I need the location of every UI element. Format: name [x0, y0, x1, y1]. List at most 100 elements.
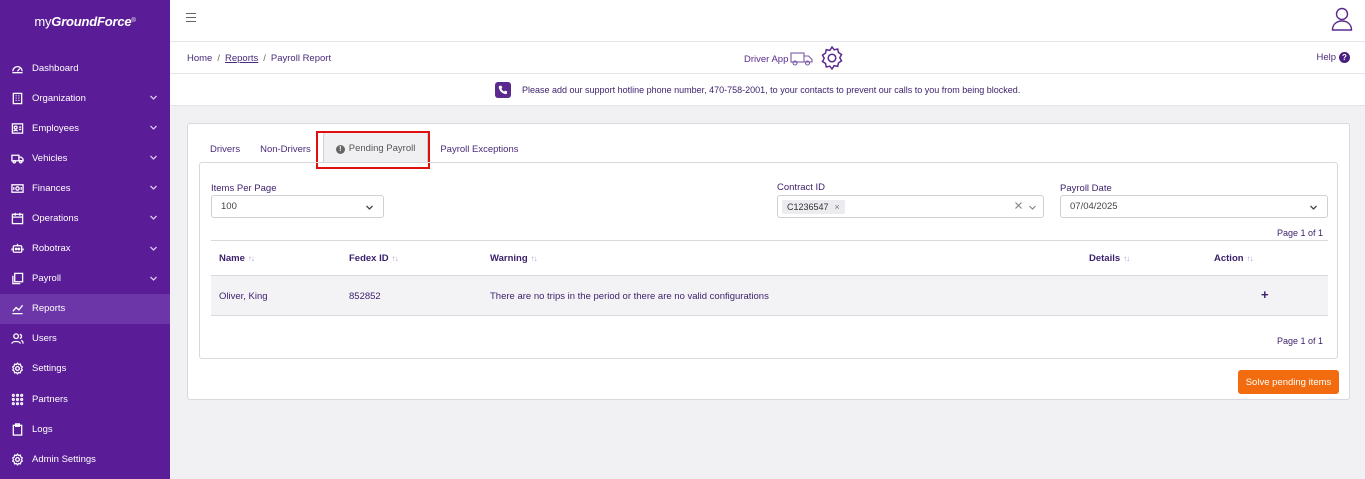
sidebar-item-dashboard[interactable]: Dashboard: [0, 53, 170, 83]
phone-icon: [495, 82, 511, 98]
breadcrumb-reports-link[interactable]: Reports: [225, 53, 258, 64]
sidebar-item-label: Robotrax: [32, 243, 71, 255]
sidebar: my GroundForce ® Dashboard Organization Em…: [0, 0, 170, 479]
sidebar-item-payroll[interactable]: Payroll: [0, 264, 170, 294]
pagination-top: Page 1 of 1: [1277, 228, 1324, 238]
table-row: Oliver, King 852852 There are no trips i…: [211, 276, 1328, 316]
users-icon: [10, 332, 24, 346]
chevron-down-icon: [149, 183, 158, 192]
tab-drivers[interactable]: Drivers: [200, 132, 250, 162]
sidebar-item-partners[interactable]: Partners: [0, 384, 170, 414]
sidebar-item-reports[interactable]: Reports: [0, 293, 170, 324]
chevron-down-icon: [365, 203, 374, 215]
column-header-name[interactable]: Name ↑↓: [219, 253, 255, 264]
id-card-icon: [10, 121, 24, 135]
expand-row-button[interactable]: +: [1261, 287, 1269, 302]
sidebar-item-label: Vehicles: [32, 152, 68, 164]
gear-icon: [10, 452, 24, 466]
breadcrumb-home[interactable]: Home: [187, 53, 212, 64]
sidebar-item-vehicles[interactable]: Vehicles: [0, 143, 170, 173]
sidebar-item-settings[interactable]: Settings: [0, 354, 170, 384]
column-header-label: Fedex ID: [349, 253, 389, 264]
sort-icon[interactable]: ↑↓: [248, 254, 255, 263]
sort-icon[interactable]: ↑↓: [1247, 254, 1254, 263]
sort-icon[interactable]: ↑↓: [392, 254, 399, 263]
column-header-warning[interactable]: Warning ↑↓: [490, 253, 538, 264]
chevron-down-icon: [149, 213, 158, 222]
breadcrumb-separator: /: [217, 53, 220, 64]
brand-logo[interactable]: my GroundForce ®: [0, 0, 170, 42]
column-header-label: Name: [219, 253, 245, 264]
column-header-fedex-id[interactable]: Fedex ID ↑↓: [349, 253, 399, 264]
contract-id-select[interactable]: C1236547 ×: [777, 195, 1044, 218]
sidebar-item-label: Admin Settings: [32, 453, 96, 465]
driver-app-label: Driver App: [744, 54, 789, 65]
sidebar-item-label: Partners: [32, 393, 68, 405]
sort-icon[interactable]: ↑↓: [531, 254, 538, 263]
driver-app-link[interactable]: Driver App: [744, 45, 845, 74]
sidebar-item-finances[interactable]: Finances: [0, 173, 170, 203]
top-bar: [170, 0, 1365, 42]
chevron-down-icon: [149, 244, 158, 253]
payroll-date-select[interactable]: 07/04/2025: [1060, 195, 1328, 218]
sidebar-item-label: Employees: [32, 122, 79, 134]
clipboard-icon: [10, 422, 24, 436]
column-header-details[interactable]: Details ↑↓: [1089, 253, 1130, 264]
sidebar-item-operations[interactable]: Operations: [0, 203, 170, 233]
sidebar-item-robotrax[interactable]: Robotrax: [0, 234, 170, 264]
dashboard-icon: [10, 61, 24, 75]
cell-name: Oliver, King: [219, 291, 268, 302]
items-per-page-select[interactable]: 100: [211, 195, 384, 218]
sidebar-item-label: Settings: [32, 363, 67, 375]
copy-icon: [10, 272, 24, 286]
sidebar-item-employees[interactable]: Employees: [0, 113, 170, 143]
sort-icon[interactable]: ↑↓: [1123, 254, 1130, 263]
user-avatar-icon[interactable]: [1331, 7, 1353, 31]
breadcrumb: Home / Reports / Payroll Report: [187, 53, 331, 64]
chevron-down-icon: [1309, 203, 1318, 215]
chevron-down-icon[interactable]: [1028, 203, 1037, 215]
sidebar-item-admin-settings[interactable]: Admin Settings: [0, 444, 170, 474]
sidebar-item-logs[interactable]: Logs: [0, 414, 170, 444]
sidebar-item-organization[interactable]: Organization: [0, 83, 170, 113]
notice-banner: Please add our support hotline phone num…: [170, 74, 1365, 106]
solve-pending-items-button[interactable]: Solve pending items: [1238, 370, 1339, 394]
gear-settings-icon[interactable]: [819, 45, 845, 74]
column-header-label: Warning: [490, 253, 528, 264]
contract-id-chip: C1236547 ×: [782, 199, 845, 214]
payroll-date-label: Payroll Date: [1060, 183, 1112, 194]
cell-fedex-id: 852852: [349, 291, 381, 302]
notice-text: Please add our support hotline phone num…: [522, 85, 1021, 95]
column-header-label: Details: [1089, 253, 1121, 264]
sidebar-item-label: Users: [32, 333, 57, 345]
tab-label: Non-Drivers: [260, 144, 311, 155]
help-label: Help: [1316, 52, 1336, 63]
cell-warning: There are no trips in the period or ther…: [490, 291, 769, 302]
grid-dots-icon: [10, 392, 24, 406]
table-header: Name ↑↓ Fedex ID ↑↓ Warning ↑↓ Details ↑↓ Ac…: [211, 240, 1328, 276]
brand-name: GroundForce: [51, 13, 132, 29]
contract-id-chip-label: C1236547: [787, 201, 829, 212]
sidebar-item-label: Dashboard: [32, 62, 79, 74]
chip-remove-icon[interactable]: ×: [835, 202, 840, 212]
column-header-action[interactable]: Action ↑↓: [1214, 253, 1254, 264]
hamburger-menu-icon[interactable]: [186, 13, 196, 23]
sidebar-item-label: Finances: [32, 182, 71, 194]
sidebar-item-label: Payroll: [32, 273, 62, 285]
help-link[interactable]: Help ?: [1316, 52, 1350, 63]
sidebar-item-users[interactable]: Users: [0, 324, 170, 354]
tab-non-drivers[interactable]: Non-Drivers: [250, 132, 321, 162]
pending-payroll-panel: Items Per Page 100 Contract ID C1236547 …: [199, 162, 1338, 359]
tab-payroll-exceptions[interactable]: Payroll Exceptions: [430, 132, 528, 162]
clear-icon[interactable]: [1014, 201, 1023, 213]
help-icon: ?: [1339, 52, 1350, 63]
contract-id-label: Contract ID: [777, 182, 826, 193]
truck-icon: [790, 50, 814, 69]
payroll-report-card: Drivers Non-Drivers ! Pending Payroll Pay…: [187, 123, 1350, 400]
gear-icon: [10, 362, 24, 376]
payroll-date-value: 07/04/2025: [1070, 201, 1118, 212]
pending-payroll-table: Name ↑↓ Fedex ID ↑↓ Warning ↑↓ Details ↑↓ Ac…: [211, 240, 1328, 316]
pagination-bottom: Page 1 of 1: [1277, 336, 1324, 346]
breadcrumb-current: Payroll Report: [270, 53, 332, 64]
chart-line-icon: [10, 302, 24, 316]
